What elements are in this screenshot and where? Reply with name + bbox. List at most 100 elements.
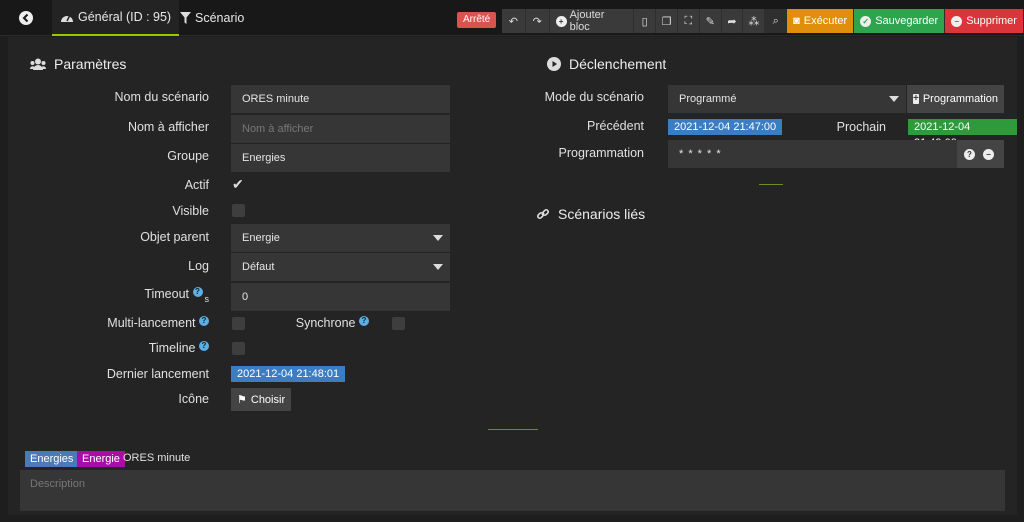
delete-label: Supprimer bbox=[966, 15, 1017, 27]
redo-icon: ↷ bbox=[532, 15, 542, 28]
display-name-label: Nom à afficher bbox=[127, 120, 209, 134]
add-block-button[interactable]: + Ajouter bloc bbox=[549, 9, 635, 33]
synchronous-label-text: Synchrone bbox=[295, 316, 356, 330]
next-badge: 2021-12-04 21:49:00 bbox=[908, 119, 1017, 149]
edit-button[interactable]: ✎ bbox=[699, 9, 722, 33]
check-circle-icon: ✓ bbox=[860, 15, 872, 27]
status-badge: Arrêté bbox=[457, 12, 497, 28]
share-icon: ➦ bbox=[727, 15, 737, 28]
timeline-label-text: Timeline bbox=[148, 341, 196, 355]
schedule-label: Programmation bbox=[558, 146, 644, 160]
tab-general[interactable]: Général (ID : 95) bbox=[52, 0, 180, 36]
visible-label: Visible bbox=[172, 204, 209, 218]
undo-icon: ↶ bbox=[508, 15, 519, 28]
export-button[interactable]: ▯ bbox=[634, 9, 657, 33]
trigger-title-label: Déclenchement bbox=[569, 56, 667, 72]
schedule-input[interactable]: * * * * * bbox=[668, 140, 957, 168]
timeout-label: Timeout ?s bbox=[68, 287, 209, 304]
mode-label: Mode du scénario bbox=[544, 90, 644, 104]
play-circle-icon bbox=[547, 57, 561, 71]
synchronous-label: Synchrone ? bbox=[280, 316, 369, 330]
log-value: Défaut bbox=[242, 261, 275, 273]
choose-icon-button[interactable]: ⚑ Choisir bbox=[231, 388, 292, 411]
last-run-badge: 2021-12-04 21:48:01 bbox=[231, 366, 346, 382]
copy-button[interactable]: ❐ bbox=[656, 9, 678, 33]
visible-checkbox[interactable] bbox=[232, 204, 245, 217]
flag-icon: ⚑ bbox=[237, 394, 247, 406]
help-icon[interactable]: ? bbox=[964, 148, 975, 160]
caret-down-icon bbox=[433, 235, 443, 241]
divider bbox=[488, 429, 538, 430]
previous-label: Précédent bbox=[587, 119, 644, 133]
description-textarea[interactable]: Description bbox=[20, 470, 1005, 511]
help-icon[interactable]: ? bbox=[199, 341, 209, 351]
mode-select[interactable]: Programmé bbox=[668, 85, 906, 113]
share-button[interactable]: ➦ bbox=[721, 9, 744, 33]
next-label: Prochain bbox=[836, 120, 886, 134]
timeout-unit: s bbox=[204, 294, 210, 304]
add-block-label: Ajouter bloc bbox=[569, 9, 605, 33]
display-name-input[interactable]: Nom à afficher bbox=[231, 115, 450, 143]
active-label: Actif bbox=[184, 178, 209, 192]
delete-button[interactable]: − Supprimer bbox=[945, 9, 1024, 33]
check-icon: ✔ bbox=[232, 176, 244, 192]
scenario-name-text: ORES minute bbox=[123, 452, 191, 464]
execute-button[interactable]: ◙ Exécuter bbox=[787, 9, 855, 33]
parent-object-value: Energie bbox=[242, 232, 280, 244]
main-panel: Paramètres Nom du scénario ORES minute N… bbox=[8, 37, 1017, 515]
execute-label: Exécuter bbox=[803, 15, 848, 27]
help-icon[interactable]: ? bbox=[359, 316, 369, 326]
group-input[interactable]: Energies bbox=[231, 144, 450, 172]
back-button[interactable] bbox=[16, 8, 36, 28]
toolbar: ↶ ↷ + Ajouter bloc ▯ ❐ ⛶ ✎ ➦ ⁂ ⌕ ◙ Exécu… bbox=[502, 9, 1024, 33]
tab-scenario-label: Scénario bbox=[195, 11, 245, 25]
caret-down-icon bbox=[889, 96, 899, 102]
file-icon: ▯ bbox=[641, 15, 648, 28]
divider bbox=[759, 184, 783, 185]
trigger-title: Déclenchement bbox=[547, 56, 666, 72]
icon-label: Icône bbox=[178, 392, 209, 406]
log-select[interactable]: Défaut bbox=[231, 253, 450, 281]
dependencies-button[interactable]: ⁂ bbox=[743, 9, 766, 33]
synchronous-checkbox[interactable] bbox=[392, 317, 405, 330]
tab-scenario[interactable]: Scénario bbox=[172, 0, 252, 36]
timeline-label: Timeline ? bbox=[68, 341, 209, 355]
copy-icon: ❐ bbox=[661, 15, 672, 28]
linked-scenarios-title: Scénarios liés bbox=[536, 206, 645, 222]
help-icon[interactable]: ? bbox=[192, 287, 203, 297]
multi-launch-checkbox[interactable] bbox=[232, 317, 245, 330]
name-label: Nom du scénario bbox=[114, 90, 210, 104]
timeline-checkbox[interactable] bbox=[232, 342, 245, 355]
multi-launch-label: Multi-lancement ? bbox=[68, 316, 209, 330]
linked-scenarios-title-label: Scénarios liés bbox=[558, 206, 646, 222]
tab-general-label: Général (ID : 95) bbox=[78, 10, 172, 24]
search-icon: ⌕ bbox=[772, 14, 779, 27]
plus-square-icon: + bbox=[913, 93, 919, 104]
parent-object-select[interactable]: Energie bbox=[231, 224, 450, 252]
scenario-name-input[interactable]: ORES minute bbox=[231, 85, 450, 113]
expand-icon: ⛶ bbox=[684, 14, 693, 27]
arrow-left-circle-icon bbox=[19, 11, 33, 25]
dashboard-icon bbox=[61, 14, 73, 22]
edit-icon: ✎ bbox=[705, 15, 715, 28]
multi-launch-label-text: Multi-lancement bbox=[107, 316, 196, 330]
cubes-icon: ⁂ bbox=[748, 15, 760, 28]
save-label: Sauvegarder bbox=[875, 15, 939, 27]
active-checkbox[interactable]: ✔ bbox=[232, 176, 244, 193]
choose-label: Choisir bbox=[250, 393, 286, 406]
link-icon bbox=[536, 208, 550, 220]
remove-icon[interactable]: − bbox=[983, 148, 994, 160]
search-button[interactable]: ⌕ bbox=[765, 9, 788, 33]
undo-button[interactable]: ↶ bbox=[502, 9, 526, 33]
template-button[interactable]: ⛶ bbox=[677, 9, 700, 33]
programming-button[interactable]: + Programmation bbox=[907, 85, 1004, 113]
redo-button[interactable]: ↷ bbox=[525, 9, 550, 33]
schedule-actions: ? − bbox=[957, 140, 1004, 168]
params-title-label: Paramètres bbox=[54, 56, 127, 72]
timeout-input[interactable]: 0 bbox=[231, 283, 450, 311]
help-icon[interactable]: ? bbox=[199, 316, 209, 326]
save-button[interactable]: ✓ Sauvegarder bbox=[854, 9, 946, 33]
minus-circle-icon: − bbox=[951, 15, 963, 27]
parent-object-label: Objet parent bbox=[140, 230, 209, 244]
tag-object: Energie bbox=[77, 451, 125, 467]
